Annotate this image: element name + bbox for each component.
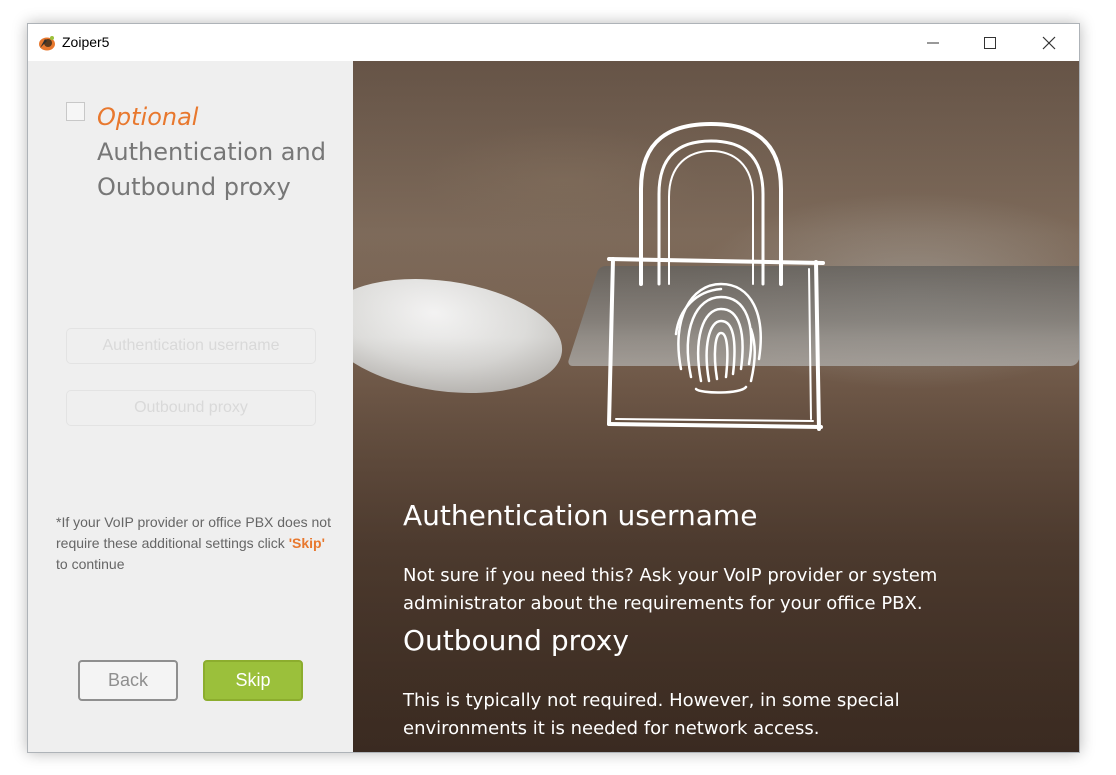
optional-label: Optional xyxy=(97,103,199,131)
maximize-icon xyxy=(984,37,996,49)
note-text-after: to continue xyxy=(56,556,125,572)
maximize-button[interactable] xyxy=(961,24,1019,61)
heading-line-1: Authentication and xyxy=(97,138,326,166)
info-panel: Authentication username Not sure if you … xyxy=(353,61,1079,752)
auth-username-input[interactable] xyxy=(66,328,316,364)
minimize-icon xyxy=(927,42,939,44)
padlock-fingerprint-icon xyxy=(607,121,825,431)
note-skip-word: 'Skip' xyxy=(288,535,325,551)
outbound-proxy-title: Outbound proxy xyxy=(403,624,629,657)
minimize-button[interactable] xyxy=(904,24,962,61)
optional-checkbox[interactable] xyxy=(66,102,85,121)
settings-panel: Optional Authentication and Outbound pro… xyxy=(28,61,353,752)
zoiper-logo-icon xyxy=(39,36,55,51)
skip-button[interactable]: Skip xyxy=(203,660,303,701)
outbound-proxy-input[interactable] xyxy=(66,390,316,426)
close-icon xyxy=(1042,36,1056,50)
window-title: Zoiper5 xyxy=(62,34,110,50)
auth-username-description: Not sure if you need this? Ask your VoIP… xyxy=(403,565,938,614)
back-button[interactable]: Back xyxy=(78,660,178,701)
auth-username-title: Authentication username xyxy=(403,499,758,532)
zoiper-window: Zoiper5 Optional Authentication and Outb… xyxy=(27,23,1080,753)
skip-note: *If your VoIP provider or office PBX doe… xyxy=(56,512,336,575)
title-bar[interactable]: Zoiper5 xyxy=(28,24,1079,61)
outbound-proxy-description: This is typically not required. However,… xyxy=(403,690,900,739)
heading-line-2: Outbound proxy xyxy=(97,173,291,201)
close-button[interactable] xyxy=(1020,24,1078,61)
